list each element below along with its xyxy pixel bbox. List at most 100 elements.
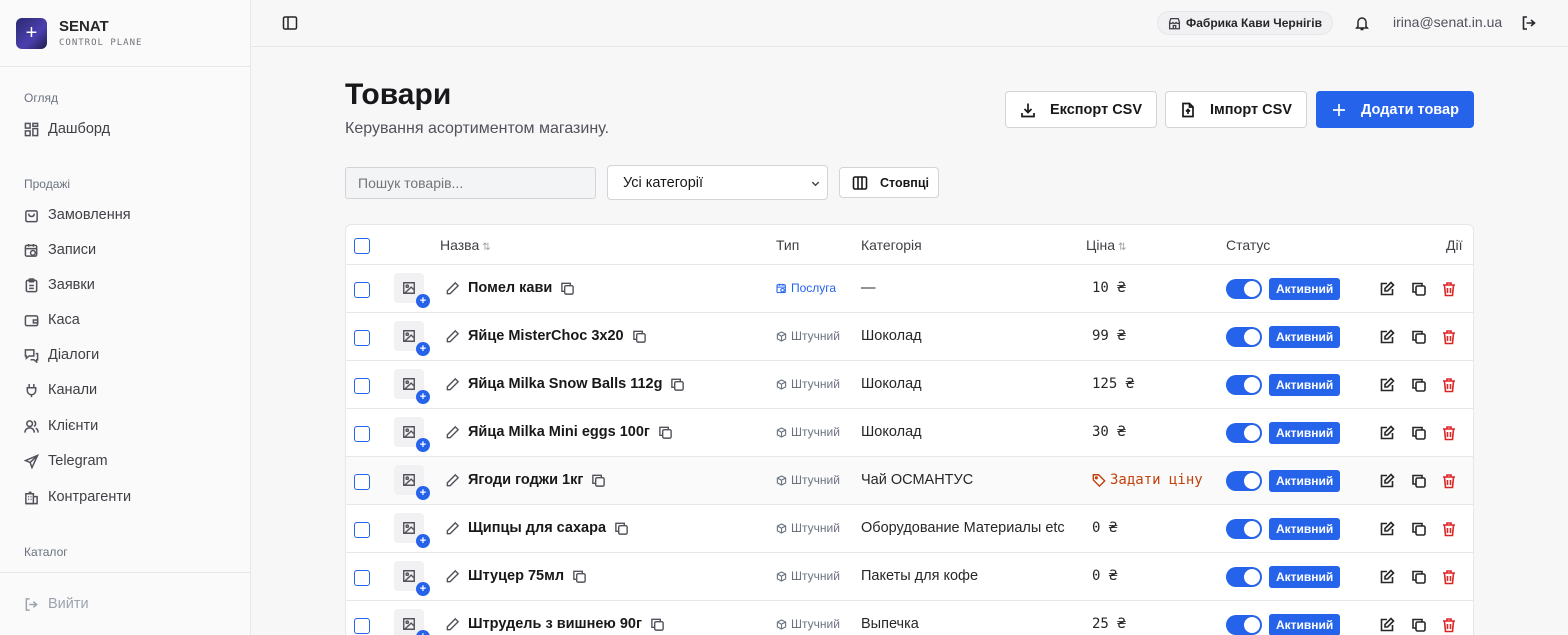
status-toggle[interactable] [1226,471,1262,491]
duplicate-icon[interactable] [1411,473,1427,489]
pencil-icon[interactable] [445,377,460,392]
add-product-button[interactable]: Додати товар [1316,91,1474,128]
header-price[interactable]: Ціна ⇅ [1086,237,1126,253]
trash-icon[interactable] [1441,521,1457,537]
add-image-icon[interactable]: + [416,294,430,308]
row-checkbox[interactable] [354,618,370,634]
logout-button[interactable]: Вийти [0,572,250,635]
table-row[interactable]: + Щипцы для сахара Штучний Оборудование … [346,505,1473,553]
row-checkbox[interactable] [354,282,370,298]
copy-icon[interactable] [658,425,673,440]
table-row[interactable]: + Яйца Milka Snow Balls 112g Штучний Шок… [346,361,1473,409]
sidebar-item-dialogs[interactable]: Діалоги [24,344,99,366]
edit-icon[interactable] [1379,473,1395,489]
table-row[interactable]: + Яйце MisterChoc 3x20 Штучний Шоколад 9… [346,313,1473,361]
sidebar-item-telegram[interactable]: Telegram [24,450,108,472]
trash-icon[interactable] [1441,617,1457,633]
copy-icon[interactable] [632,329,647,344]
product-name-cell[interactable]: Штуцер 75мл [468,568,587,584]
table-row[interactable]: + Ягоди годжи 1кг Штучний Чай ОСМАНТУС З… [346,457,1473,505]
duplicate-icon[interactable] [1411,329,1427,345]
brand[interactable]: + SENAT CONTROL PLANE [0,0,250,67]
add-image-icon[interactable]: + [416,582,430,596]
row-checkbox[interactable] [354,522,370,538]
pencil-icon[interactable] [445,569,460,584]
pencil-icon[interactable] [445,329,460,344]
copy-icon[interactable] [670,377,685,392]
table-row[interactable]: + Яйца Milka Mini eggs 100г Штучний Шоко… [346,409,1473,457]
pencil-icon[interactable] [445,617,460,632]
row-checkbox[interactable] [354,378,370,394]
duplicate-icon[interactable] [1411,521,1427,537]
add-image-icon[interactable]: + [416,390,430,404]
trash-icon[interactable] [1441,329,1457,345]
sidebar-item-dashboard[interactable]: Дашборд [24,118,110,140]
copy-icon[interactable] [614,521,629,536]
duplicate-icon[interactable] [1411,281,1427,297]
trash-icon[interactable] [1441,473,1457,489]
trash-icon[interactable] [1441,569,1457,585]
product-name-cell[interactable]: Яйца Milka Snow Balls 112g [468,376,685,392]
search-input[interactable] [345,167,596,199]
log-out-icon[interactable] [1521,15,1537,31]
product-name-cell[interactable]: Яйца Milka Mini eggs 100г [468,424,673,440]
export-csv-button[interactable]: Експорт CSV [1005,91,1157,128]
table-row[interactable]: + Штуцер 75мл Штучний Пакеты для кофе 0 … [346,553,1473,601]
edit-icon[interactable] [1379,617,1395,633]
edit-icon[interactable] [1379,329,1395,345]
status-toggle[interactable] [1226,567,1262,587]
pencil-icon[interactable] [445,281,460,296]
product-name-cell[interactable]: Штрудель з вишнею 90г [468,616,665,632]
duplicate-icon[interactable] [1411,425,1427,441]
store-selector[interactable]: Фабрика Кави Чернігів [1157,11,1334,35]
trash-icon[interactable] [1441,425,1457,441]
set-price-button[interactable]: Задати ціну [1092,472,1203,488]
copy-icon[interactable] [572,569,587,584]
sidebar-toggle-icon[interactable] [282,15,298,31]
row-checkbox[interactable] [354,570,370,586]
product-name-cell[interactable]: Ягоди годжи 1кг [468,472,606,488]
status-toggle[interactable] [1226,423,1262,443]
columns-button[interactable]: Стовпці [839,167,939,198]
edit-icon[interactable] [1379,569,1395,585]
status-toggle[interactable] [1226,375,1262,395]
sidebar-item-appointments[interactable]: Записи [24,239,96,261]
duplicate-icon[interactable] [1411,617,1427,633]
edit-icon[interactable] [1379,377,1395,393]
import-csv-button[interactable]: Імпорт CSV [1165,91,1307,128]
trash-icon[interactable] [1441,377,1457,393]
table-row[interactable]: + Помел кави Послуга — 10 ₴ Активний [346,265,1473,313]
copy-icon[interactable] [560,281,575,296]
sidebar-item-requests[interactable]: Заявки [24,274,95,296]
copy-icon[interactable] [650,617,665,632]
edit-icon[interactable] [1379,521,1395,537]
sidebar-item-channels[interactable]: Канали [24,379,97,401]
status-toggle[interactable] [1226,279,1262,299]
trash-icon[interactable] [1441,281,1457,297]
product-name-cell[interactable]: Яйце MisterChoc 3x20 [468,328,647,344]
product-name-cell[interactable]: Помел кави [468,280,575,296]
add-image-icon[interactable]: + [416,438,430,452]
row-checkbox[interactable] [354,474,370,490]
header-name[interactable]: Назва ⇅ [440,237,491,253]
sidebar-item-clients[interactable]: Клієнти [24,415,98,437]
copy-icon[interactable] [591,473,606,488]
pencil-icon[interactable] [445,425,460,440]
sidebar-item-cash[interactable]: Каса [24,309,80,331]
status-toggle[interactable] [1226,519,1262,539]
duplicate-icon[interactable] [1411,377,1427,393]
pencil-icon[interactable] [445,473,460,488]
category-select[interactable]: Усі категорії [607,165,828,200]
row-checkbox[interactable] [354,426,370,442]
edit-icon[interactable] [1379,425,1395,441]
row-checkbox[interactable] [354,330,370,346]
status-toggle[interactable] [1226,327,1262,347]
table-row[interactable]: + Штрудель з вишнею 90г Штучний Выпечка … [346,601,1473,635]
sidebar-item-orders[interactable]: Замовлення [24,204,131,226]
product-name-cell[interactable]: Щипцы для сахара [468,520,629,536]
edit-icon[interactable] [1379,281,1395,297]
select-all-checkbox[interactable] [354,238,370,254]
add-image-icon[interactable]: + [416,534,430,548]
add-image-icon[interactable]: + [416,486,430,500]
status-toggle[interactable] [1226,615,1262,635]
